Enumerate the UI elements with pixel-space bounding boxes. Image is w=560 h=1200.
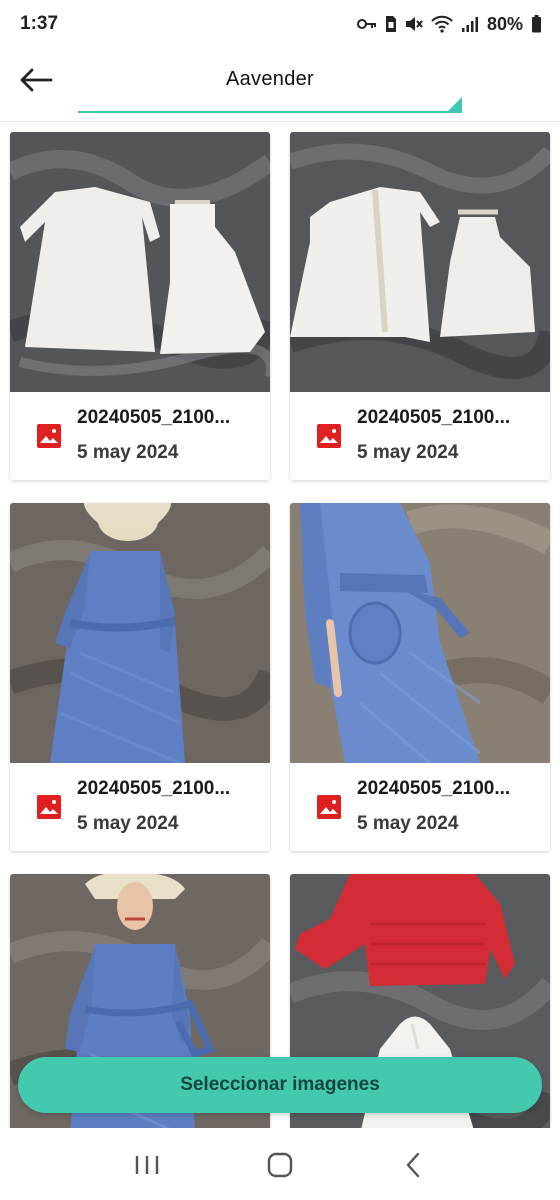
home-button[interactable] bbox=[250, 1140, 310, 1190]
back-icon bbox=[407, 1152, 420, 1178]
file-date: 5 may 2024 bbox=[357, 813, 459, 834]
file-name: 20240505_2100... bbox=[357, 407, 511, 428]
title-corner-accent bbox=[446, 97, 462, 113]
file-name: 20240505_2100... bbox=[357, 778, 511, 799]
image-icon bbox=[37, 795, 61, 819]
image-thumbnail[interactable] bbox=[290, 132, 550, 392]
image-icon bbox=[37, 424, 61, 448]
home-icon bbox=[267, 1152, 293, 1178]
image-thumbnail[interactable] bbox=[290, 503, 550, 763]
file-date: 5 may 2024 bbox=[357, 442, 459, 463]
recent-apps-button[interactable] bbox=[117, 1140, 177, 1190]
arrow-left-icon bbox=[20, 68, 53, 92]
file-date: 5 may 2024 bbox=[77, 813, 179, 834]
image-grid: 20240505_2100... 5 may 2024 20240505_210… bbox=[0, 132, 560, 1128]
key-icon bbox=[356, 17, 377, 31]
card-meta: 20240505_2100... 5 may 2024 bbox=[10, 763, 270, 851]
battery-percent: 80% bbox=[486, 13, 523, 34]
wifi-icon bbox=[431, 15, 453, 33]
status-bar: 1:37 80% bbox=[0, 0, 560, 48]
select-images-button[interactable]: Seleccionar imagenes bbox=[18, 1057, 542, 1113]
card-meta: 20240505_2100... 5 may 2024 bbox=[10, 392, 270, 480]
signal-icon bbox=[461, 15, 479, 33]
image-icon bbox=[317, 795, 341, 819]
card-meta: 20240505_2100... 5 may 2024 bbox=[290, 763, 550, 851]
battery-icon bbox=[531, 15, 542, 33]
image-card[interactable]: 20240505_2100... 5 may 2024 bbox=[290, 503, 550, 851]
status-icons: 80% bbox=[356, 13, 542, 35]
file-name: 20240505_2100... bbox=[77, 407, 231, 428]
app-header: Aavender bbox=[0, 48, 560, 122]
image-icon bbox=[317, 424, 341, 448]
image-card[interactable]: 20240505_2100... 5 may 2024 bbox=[290, 132, 550, 480]
title-underline bbox=[78, 111, 462, 113]
status-time: 1:37 bbox=[20, 13, 59, 34]
mute-icon bbox=[405, 16, 423, 32]
system-nav-bar bbox=[0, 1130, 560, 1200]
image-thumbnail[interactable] bbox=[10, 503, 270, 763]
image-card[interactable]: 20240505_2100... 5 may 2024 bbox=[10, 503, 270, 851]
file-date: 5 may 2024 bbox=[77, 442, 179, 463]
image-card[interactable]: 20240505_2100... 5 may 2024 bbox=[10, 132, 270, 480]
file-name: 20240505_2100... bbox=[77, 778, 231, 799]
page-title: Aavender bbox=[225, 68, 314, 90]
back-nav-button[interactable] bbox=[383, 1140, 443, 1190]
back-button[interactable] bbox=[14, 62, 58, 98]
sim-icon bbox=[385, 15, 397, 33]
recent-apps-icon bbox=[135, 1156, 158, 1174]
card-meta: 20240505_2100... 5 may 2024 bbox=[290, 392, 550, 480]
image-thumbnail[interactable] bbox=[10, 132, 270, 392]
